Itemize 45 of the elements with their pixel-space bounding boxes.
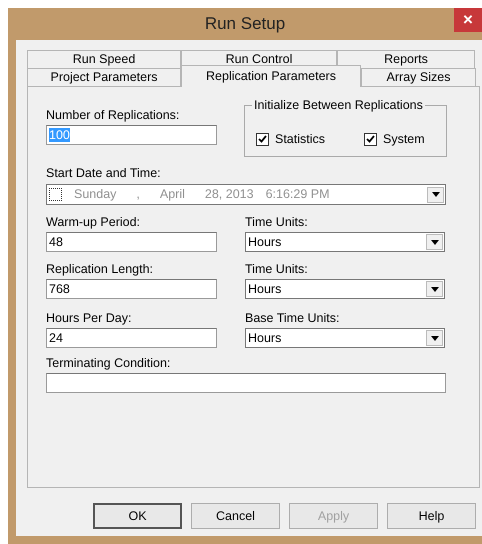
field-label: Hours Per Day: bbox=[46, 311, 132, 325]
text-field[interactable]: 24 bbox=[46, 328, 217, 348]
tab[interactable]: Run Speed bbox=[27, 50, 181, 68]
checkbox[interactable] bbox=[49, 188, 62, 201]
checkbox-label: Statistics bbox=[275, 132, 326, 146]
dropdown-button[interactable] bbox=[426, 330, 443, 346]
group-title: Initialize Between Replications bbox=[252, 98, 425, 112]
caret-icon bbox=[430, 240, 438, 244]
date-part: , bbox=[136, 186, 140, 204]
text-field[interactable]: 768 bbox=[46, 279, 217, 299]
field-label: Time Units: bbox=[245, 215, 309, 229]
tab[interactable]: Reports bbox=[337, 50, 475, 68]
text-field[interactable] bbox=[46, 373, 446, 393]
date-part: Sunday bbox=[74, 186, 116, 204]
field-label: Number of Replications: bbox=[46, 108, 180, 122]
field-label: Warm-up Period: bbox=[46, 215, 142, 229]
dropdown-field[interactable]: Hours bbox=[245, 232, 445, 252]
caret-icon bbox=[430, 286, 438, 292]
checkbox[interactable] bbox=[256, 132, 269, 146]
checkbox[interactable] bbox=[364, 132, 377, 146]
field-label: Terminating Condition: bbox=[46, 356, 172, 370]
close-button[interactable]: × bbox=[454, 8, 482, 32]
field-label: Time Units: bbox=[245, 262, 309, 276]
dropdown-field[interactable]: Hours bbox=[245, 279, 445, 299]
dialog-button[interactable]: OK bbox=[93, 503, 182, 529]
caret-icon bbox=[432, 192, 440, 197]
dropdown-button[interactable] bbox=[426, 281, 443, 297]
dropdown-button[interactable] bbox=[426, 234, 443, 250]
window-title: Run Setup bbox=[204, 13, 286, 36]
dialog-button[interactable]: Cancel bbox=[191, 503, 280, 529]
text-field[interactable]: 48 bbox=[46, 232, 217, 252]
dropdown-button[interactable] bbox=[427, 186, 444, 202]
caret-icon bbox=[430, 336, 438, 340]
date-part: April bbox=[160, 186, 185, 204]
dropdown-field[interactable]: Hours bbox=[245, 328, 445, 348]
tab[interactable]: Project Parameters bbox=[27, 68, 181, 86]
field-label: Start Date and Time: bbox=[46, 166, 162, 180]
tab[interactable]: Array Sizes bbox=[361, 68, 476, 86]
dialog-button[interactable]: Help bbox=[387, 503, 476, 529]
field-label: Replication Length: bbox=[46, 262, 154, 276]
date-part: 28, 2013 bbox=[204, 186, 254, 204]
checkbox-label: System bbox=[383, 132, 425, 146]
date-part: 6:16:29 PM bbox=[266, 186, 330, 204]
field-label: Base Time Units: bbox=[245, 311, 340, 325]
tab[interactable]: Replication Parameters bbox=[181, 65, 361, 87]
